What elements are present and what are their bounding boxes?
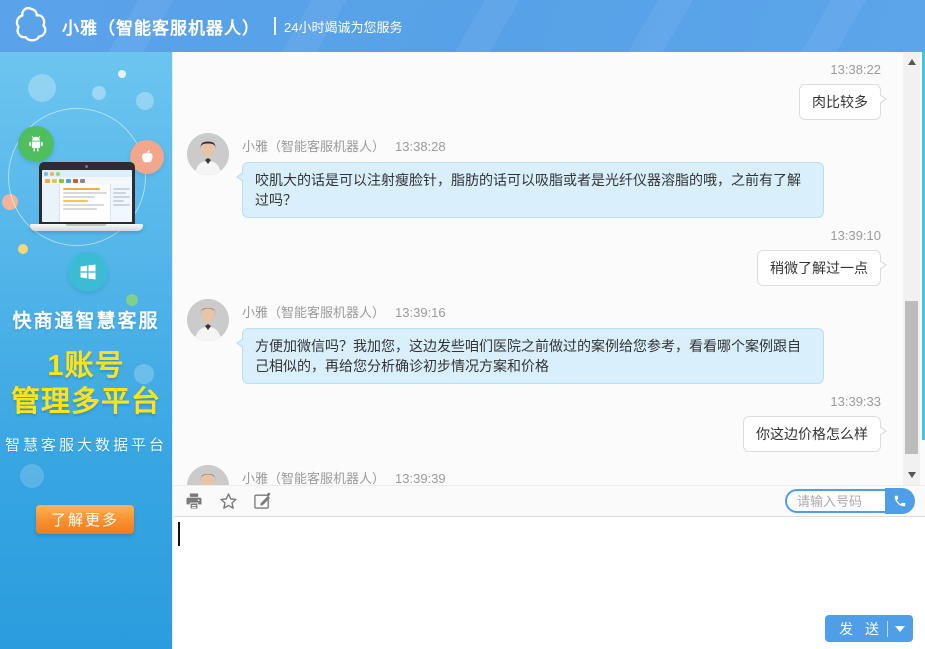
bot-name: 小雅（智能客服机器人） <box>242 471 385 485</box>
decor-circle <box>28 74 56 102</box>
decor-circle <box>20 464 44 488</box>
visitor-message-bubble: 稍微了解过一点 <box>757 250 881 286</box>
window-title: 小雅（智能客服机器人） <box>62 14 260 39</box>
chat-window: 小雅（智能客服机器人） 24小时竭诚为您服务 <box>0 0 925 649</box>
scroll-down-icon[interactable] <box>903 467 920 483</box>
visitor-message-group: 13:39:33 你这边价格怎么样 <box>187 394 881 452</box>
visitor-message-bubble: 你这边价格怎么样 <box>743 416 881 452</box>
send-options-caret-icon[interactable] <box>895 626 905 632</box>
compose-icon[interactable] <box>251 490 273 512</box>
chat-panel: 13:38:22 肉比较多 小雅（智能客 <box>172 52 925 649</box>
message-text: 方便加微信吗？我加您，这边发些咱们医院之前做过的案例给您参考，看看哪个案例跟自己… <box>255 338 801 374</box>
bot-message-meta: 小雅（智能客服机器人） 13:39:16 <box>242 302 824 321</box>
headline-line1: 1账号 <box>0 348 172 384</box>
scrollbar-thumb[interactable] <box>905 301 918 454</box>
phone-number-input[interactable] <box>785 489 885 513</box>
decor-circle <box>126 294 138 306</box>
message-timestamp: 13:39:16 <box>395 305 446 320</box>
message-text: 稍微了解过一点 <box>770 260 868 276</box>
sidebar-headline: 1账号 管理多平台 <box>0 348 172 420</box>
message-timestamp: 13:38:28 <box>395 139 446 154</box>
bot-message-group: 小雅（智能客服机器人） 13:39:16 方便加微信吗？我加您，这边发些咱们医院之… <box>187 299 881 384</box>
message-text: 你这边价格怎么样 <box>756 426 868 442</box>
header-divider <box>274 17 276 35</box>
brand-mascot-icon <box>10 5 52 47</box>
message-list: 13:38:22 肉比较多 小雅（智能客 <box>173 52 925 485</box>
bot-avatar <box>187 465 229 485</box>
bot-name: 小雅（智能客服机器人） <box>242 305 385 320</box>
headline-line2: 管理多平台 <box>0 384 172 420</box>
sidebar-brand-title: 快商通智慧客服 <box>0 306 172 333</box>
message-input-area[interactable]: 发 送 <box>173 517 925 649</box>
send-button-label: 发 送 <box>839 619 883 639</box>
app-header: 小雅（智能客服机器人） 24小时竭诚为您服务 <box>0 0 925 52</box>
visitor-message-group: 13:38:22 肉比较多 <box>187 62 881 120</box>
decor-circle <box>18 244 28 254</box>
laptop-illustration <box>30 162 143 231</box>
text-cursor <box>178 522 180 546</box>
bot-avatar <box>187 299 229 341</box>
message-timestamp: 13:39:39 <box>395 471 446 485</box>
windows-icon <box>68 252 108 292</box>
decor-circle <box>136 92 154 110</box>
bot-message-bubble: 方便加微信吗？我加您，这边发些咱们医院之前做过的案例给您参考，看看哪个案例跟自己… <box>242 328 824 384</box>
scroll-up-icon[interactable] <box>903 54 920 70</box>
learn-more-button[interactable]: 了解更多 <box>36 505 134 534</box>
bot-name: 小雅（智能客服机器人） <box>242 139 385 154</box>
send-button[interactable]: 发 送 <box>825 615 913 642</box>
sidebar-tagline: 智慧客服大数据平台 <box>0 434 172 455</box>
visitor-message-bubble: 肉比较多 <box>799 84 881 120</box>
phone-call-button[interactable] <box>885 488 915 514</box>
bot-avatar <box>187 133 229 175</box>
bot-message-bubble: 咬肌大的话是可以注射瘦脸针，脂肪的话可以吸脂或者是光纤仪器溶脂的哦，之前有了解过… <box>242 162 824 218</box>
star-icon[interactable] <box>217 490 239 512</box>
printer-icon[interactable] <box>183 490 205 512</box>
decor-circle <box>92 86 106 100</box>
promo-sidebar: 快商通智慧客服 1账号 管理多平台 智慧客服大数据平台 了解更多 <box>0 52 172 649</box>
send-button-divider <box>887 621 888 637</box>
message-timestamp: 13:39:10 <box>187 228 881 243</box>
android-icon <box>18 126 54 162</box>
phone-number-group <box>785 488 915 514</box>
message-timestamp: 13:39:33 <box>187 394 881 409</box>
header-subtitle: 24小时竭诚为您服务 <box>284 17 402 36</box>
bot-message-group: 小雅（智能客服机器人） 13:38:28 咬肌大的话是可以注射瘦脸针，脂肪的话可以… <box>187 133 881 218</box>
composer-toolbar <box>173 485 925 517</box>
message-text: 肉比较多 <box>812 94 868 110</box>
phone-call-icon <box>893 494 907 508</box>
message-text: 咬肌大的话是可以注射瘦脸针，脂肪的话可以吸脂或者是光纤仪器溶脂的哦，之前有了解过… <box>255 172 801 208</box>
message-timestamp: 13:38:22 <box>187 62 881 77</box>
visitor-message-group: 13:39:10 稍微了解过一点 <box>187 228 881 286</box>
bot-message-meta: 小雅（智能客服机器人） 13:38:28 <box>242 136 824 155</box>
bot-message-group: 小雅（智能客服机器人）13:39:39 好的，我院已经开通短信报价系统 您号码是… <box>187 465 881 485</box>
chat-scrollbar[interactable] <box>903 52 920 485</box>
bot-message-meta: 小雅（智能客服机器人） 13:39:39 <box>242 468 696 485</box>
decor-circle <box>118 70 126 78</box>
